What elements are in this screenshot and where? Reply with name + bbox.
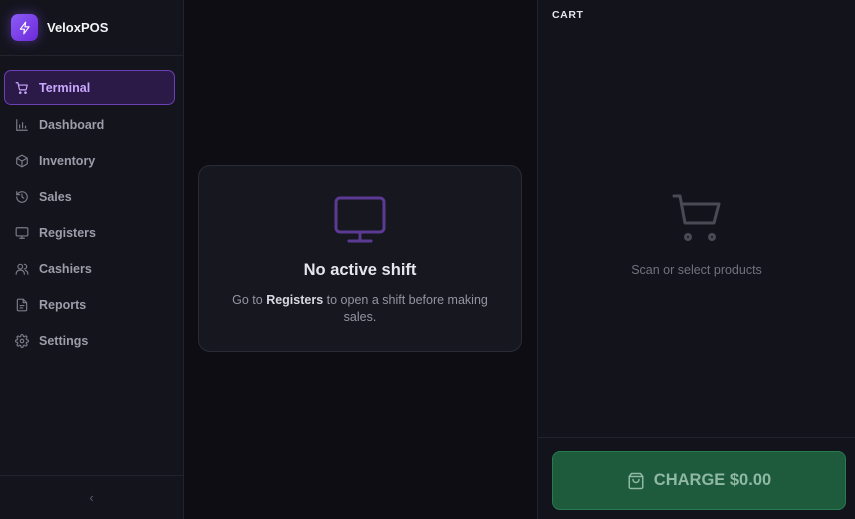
bar-chart-icon <box>15 118 29 132</box>
divider <box>538 437 855 438</box>
cart-title: CART <box>552 9 584 21</box>
sidebar-item-label: Registers <box>39 226 96 240</box>
sidebar-item-label: Reports <box>39 298 87 312</box>
sidebar: VeloxPOS Terminal Dashboard Inventory Sa… <box>0 0 184 519</box>
history-icon <box>15 190 29 204</box>
registers-link[interactable]: Registers <box>266 293 323 307</box>
app-root: VeloxPOS Terminal Dashboard Inventory Sa… <box>0 0 855 519</box>
cart-icon <box>671 192 723 249</box>
sidebar-nav: Terminal Dashboard Inventory Sales Regis… <box>0 56 183 519</box>
chevron-left-icon: ‹ <box>89 490 94 505</box>
gear-icon <box>15 334 29 348</box>
sidebar-item-inventory[interactable]: Inventory <box>4 143 175 179</box>
cart-empty-state: Scan or select products <box>538 192 855 277</box>
users-icon <box>15 262 29 276</box>
sidebar-item-label: Terminal <box>39 80 91 95</box>
cart-panel: CART Scan or select products CHARGE $0.0… <box>537 0 855 519</box>
monitor-icon <box>15 226 29 240</box>
charge-button[interactable]: CHARGE $0.00 <box>552 451 846 510</box>
charge-label: CHARGE $0.00 <box>653 471 772 489</box>
no-shift-card: No active shift Go to Registers to open … <box>198 165 522 352</box>
sidebar-item-label: Inventory <box>39 154 96 168</box>
sidebar-item-cashiers[interactable]: Cashiers <box>4 251 175 287</box>
brand-name: VeloxPOS <box>47 20 109 35</box>
monitor-icon <box>334 196 386 249</box>
shopping-bag-icon <box>627 471 645 491</box>
cart-empty-text: Scan or select products <box>631 263 762 277</box>
sidebar-item-dashboard[interactable]: Dashboard <box>4 107 175 143</box>
brand: VeloxPOS <box>0 0 183 56</box>
sidebar-item-settings[interactable]: Settings <box>4 323 175 359</box>
sidebar-item-label: Cashiers <box>39 262 92 276</box>
sidebar-item-sales[interactable]: Sales <box>4 179 175 215</box>
terminal-main: No active shift Go to Registers to open … <box>184 0 537 519</box>
sidebar-item-label: Sales <box>39 190 72 204</box>
box-icon <box>15 154 29 168</box>
file-icon <box>15 298 29 312</box>
empty-text-prefix: Go to <box>232 293 267 307</box>
sidebar-collapse-button[interactable]: ‹ <box>0 475 183 519</box>
sidebar-item-registers[interactable]: Registers <box>4 215 175 251</box>
empty-state-title: No active shift <box>303 261 417 279</box>
empty-state-text: Go to Registers to open a shift before m… <box>225 292 495 326</box>
sidebar-item-label: Dashboard <box>39 118 105 132</box>
sidebar-item-terminal[interactable]: Terminal <box>4 70 175 105</box>
cart-icon <box>15 81 29 95</box>
sidebar-item-label: Settings <box>39 334 89 348</box>
sidebar-item-reports[interactable]: Reports <box>4 287 175 323</box>
empty-text-suffix: to open a shift before making sales. <box>323 293 488 324</box>
lightning-icon <box>11 14 38 41</box>
